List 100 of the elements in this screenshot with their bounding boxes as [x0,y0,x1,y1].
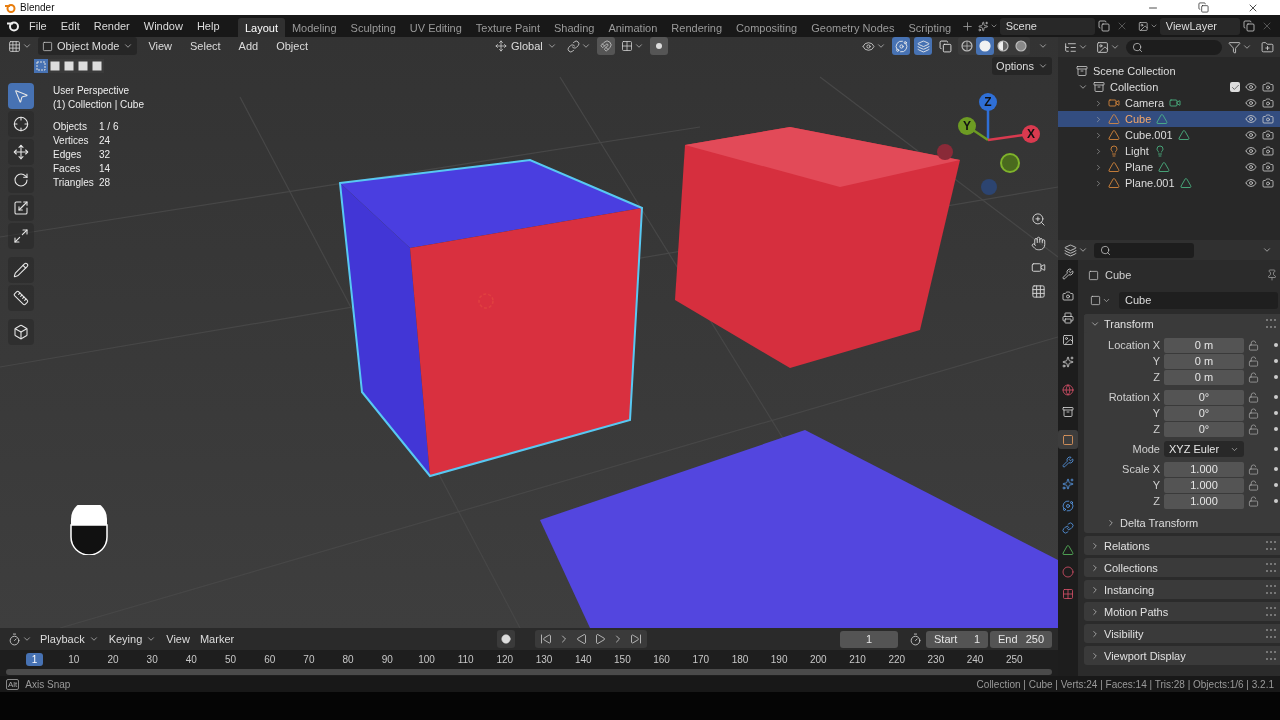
menu-item[interactable]: Object [269,38,315,54]
menu-item[interactable]: View [141,38,180,54]
menu-item[interactable]: Window [136,18,190,34]
stat-value: 32 [99,148,112,162]
menu-item[interactable]: Marker [195,630,239,648]
menu-item[interactable]: Edit [53,18,87,34]
mode-dropdown[interactable]: XYZ Euler [1164,441,1244,457]
menu-item[interactable]: Add [231,38,266,54]
menu-item[interactable]: Render [86,18,137,34]
stat-label: Objects [53,120,88,134]
view-layer-field[interactable]: ViewLayer [1159,17,1240,35]
workspace-tab[interactable]: Layout [237,18,285,38]
menu-item[interactable]: Select [183,38,228,54]
panel-header[interactable]: Visibility [1084,624,1280,643]
frame-number: 100 [418,652,435,666]
frame-number: 200 [810,652,827,666]
panel-header[interactable]: Motion Paths [1084,602,1280,621]
frame-number: 120 [496,652,514,666]
number-field[interactable]: 0° [1164,389,1244,405]
field-label: Z [1152,371,1160,383]
workspace-tab[interactable]: Shading [547,18,602,38]
menu-item[interactable]: Keying [104,630,161,648]
menu-item[interactable]: File [22,18,54,34]
frame-number: 70 [303,652,315,666]
field-label: Location X [1107,339,1160,351]
stat-value: 24 [99,134,112,148]
axis-handle[interactable]: Y [958,117,989,142]
frame-number: 180 [731,652,749,666]
workspace-tab[interactable]: Scripting [901,18,959,38]
object-name: Plane.001 [1125,177,1175,189]
frame-number: 150 [614,652,631,666]
number-field[interactable]: 1.000 [1164,461,1244,477]
workspace-tab[interactable]: UV Editing [402,18,469,38]
tree-row[interactable]: Plane [1058,159,1280,175]
subpanel-header[interactable]: Delta Transform [1090,513,1199,533]
frame-number: 130 [535,652,553,666]
tree-row[interactable]: Camera [1058,95,1280,111]
frame-number: 60 [264,652,276,666]
object-name: Camera [1125,97,1165,109]
number-field[interactable]: 0 m [1164,369,1244,385]
workspace-tab[interactable]: Compositing [729,18,805,38]
workspace-tab[interactable]: Animation [601,18,665,38]
panel-header[interactable]: Instancing [1084,580,1280,599]
start-frame-field[interactable]: Start 1 [926,630,988,648]
panel-header[interactable]: Viewport Display [1084,646,1280,665]
stat-label: Vertices [53,134,90,148]
tree-row[interactable]: Light [1058,143,1280,159]
frame-number: 30 [146,652,158,666]
menu-item[interactable]: Help [189,18,227,34]
window-title: Blender [20,2,55,13]
tree-item[interactable]: Scene Collection [1093,65,1176,77]
object-name: Cube [1125,113,1152,125]
end-frame-field[interactable]: End 250 [990,630,1052,648]
current-frame-field[interactable]: 1 [840,630,898,648]
frame-number: 10 [68,652,80,666]
menu-item[interactable]: Playback [36,630,103,648]
options-dropdown[interactable]: Options [992,57,1052,75]
workspace-tab[interactable]: Modeling [284,18,344,38]
number-field[interactable]: 0 m [1164,337,1244,353]
tree-row[interactable]: Cube [1058,111,1280,127]
object-name: Light [1125,145,1149,157]
number-field[interactable]: 1.000 [1164,477,1244,493]
menu-item[interactable]: View [162,630,194,648]
orientation-dropdown[interactable]: Global [491,37,561,55]
stat-value: 28 [99,176,112,190]
stat-value: 1 / 6 [99,120,120,134]
frame-number: 110 [457,652,474,666]
mode-dropdown[interactable]: Object Mode [38,37,138,55]
frame-number: 240 [966,652,984,666]
field-label: Mode [1131,443,1160,455]
tree-row[interactable]: Plane.001 [1058,175,1280,191]
frame-number: 90 [381,652,393,666]
frame-number: 190 [770,652,788,666]
frame-number: 140 [574,652,592,666]
number-field[interactable]: 1.000 [1164,493,1244,509]
workspace-tab[interactable]: Rendering [664,18,730,38]
field-label: Rotation X [1107,391,1160,403]
number-field[interactable]: 0° [1164,421,1244,437]
frame-number: 20 [107,652,119,666]
frame-number: 160 [653,652,670,666]
number-field[interactable]: 0° [1164,405,1244,421]
stat-value: 14 [99,162,112,176]
scene-field[interactable]: Scene [999,17,1096,35]
field-label: Y [1151,355,1160,367]
frame-number: 50 [224,652,237,666]
workspace-tab[interactable]: Texture Paint [468,18,548,38]
workspace-tab[interactable]: Geometry Nodes [804,18,902,38]
number-field[interactable]: 0 m [1164,353,1244,369]
status-stats: Collection | Cube | Verts:24 | Faces:14 | Tris:28 | Objects:1/6 | 3.2.1 [976,678,1274,690]
field-label: Y [1151,479,1160,491]
workspace-tab[interactable]: Sculpting [343,18,403,38]
key-hint: Alt [6,678,20,690]
field-label: Y [1151,407,1160,419]
tree-item[interactable]: Collection [1110,81,1159,93]
axis-handle[interactable]: Z [979,93,997,140]
tree-row[interactable]: Cube.001 [1058,127,1280,143]
axis-handle[interactable]: X [987,125,1040,143]
name-field[interactable]: Cube [1119,291,1278,309]
panel-header[interactable]: Relations [1084,536,1280,555]
panel-header[interactable]: Collections [1084,558,1280,577]
